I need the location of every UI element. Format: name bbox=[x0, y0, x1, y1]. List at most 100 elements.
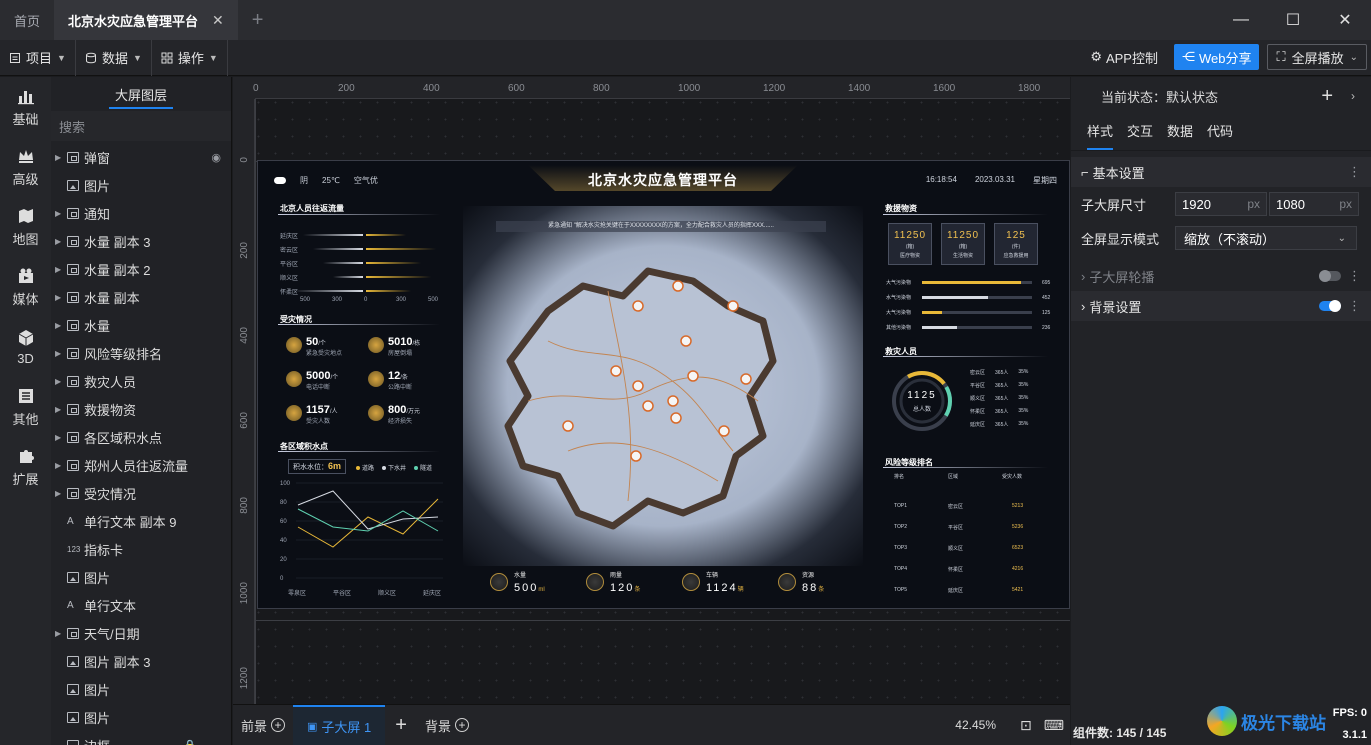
rescue-donut bbox=[892, 370, 952, 431]
background-tab[interactable]: 背景 + bbox=[417, 705, 477, 745]
layer-row[interactable]: 边框 🔒 bbox=[51, 731, 231, 745]
rail-item-media[interactable]: 媒体 bbox=[0, 257, 51, 317]
lock-icon[interactable]: 🔒 bbox=[183, 739, 197, 745]
more-icon[interactable]: ⋮ bbox=[1348, 298, 1361, 314]
layer-row[interactable]: ▶ 天气/日期 bbox=[51, 619, 231, 647]
more-icon[interactable]: ⋮ bbox=[1348, 268, 1361, 284]
add-child-screen-button[interactable]: + bbox=[385, 714, 417, 737]
layer-row[interactable]: 123 指标卡 bbox=[51, 535, 231, 563]
layer-row[interactable]: 图片 副本 3 bbox=[51, 647, 231, 675]
layer-row[interactable]: A 单行文本 副本 9 bbox=[51, 507, 231, 535]
legend-item: 隧道 bbox=[414, 463, 432, 472]
layer-row[interactable]: A 单行文本 bbox=[51, 591, 231, 619]
caret-right-icon[interactable]: ▶ bbox=[55, 489, 67, 498]
rail-item-map[interactable]: 地图 bbox=[0, 197, 51, 257]
project-menu[interactable]: 项目 ▼ bbox=[0, 39, 76, 76]
caret-right-icon[interactable]: ▶ bbox=[55, 461, 67, 470]
tab-interaction[interactable]: 交互 bbox=[1127, 121, 1153, 150]
layer-label: 边框 bbox=[84, 736, 110, 745]
caret-right-icon[interactable]: ▶ bbox=[55, 321, 67, 330]
layer-row[interactable]: ▶ 各区域积水点 bbox=[51, 423, 231, 451]
caret-right-icon[interactable]: ▶ bbox=[55, 433, 67, 442]
layer-row[interactable]: 图片 bbox=[51, 563, 231, 591]
tab-data[interactable]: 数据 bbox=[1167, 121, 1193, 150]
add-foreground-icon[interactable]: + bbox=[271, 718, 286, 732]
window-close-icon[interactable]: ✕ bbox=[1319, 0, 1371, 40]
fullscreen-play-button[interactable]: ⛶ 全屏播放 ⌄ bbox=[1267, 44, 1367, 70]
data-menu[interactable]: 数据 ▼ bbox=[76, 39, 152, 76]
layer-panel-title[interactable]: 大屏图层 bbox=[51, 77, 231, 111]
rail-item-3d[interactable]: 3D bbox=[0, 317, 51, 377]
beijing-3d-map[interactable] bbox=[488, 251, 808, 541]
caret-right-icon[interactable]: ▶ bbox=[55, 377, 67, 386]
ruler-tick-label: 1600 bbox=[933, 83, 956, 94]
child-screen-tab[interactable]: ▣ 子大屏 1 bbox=[293, 704, 386, 745]
layer-row[interactable]: 图片 bbox=[51, 171, 231, 199]
caret-right-icon[interactable]: ▶ bbox=[55, 265, 67, 274]
bottom-kpi-icon bbox=[490, 573, 508, 591]
fit-screen-icon[interactable]: ⊡ bbox=[1020, 717, 1032, 734]
zoom-level[interactable]: 42.45% bbox=[955, 718, 996, 732]
rail-item-extension[interactable]: 扩展 bbox=[0, 437, 51, 497]
layer-row[interactable]: ▶ 通知 bbox=[51, 199, 231, 227]
caret-right-icon[interactable]: ▶ bbox=[55, 405, 67, 414]
layer-row[interactable]: 图片 bbox=[51, 675, 231, 703]
keyboard-icon[interactable]: ⌨ bbox=[1044, 717, 1064, 734]
caret-right-icon[interactable]: ▶ bbox=[55, 629, 67, 638]
layer-row[interactable]: ▶ 水量 副本 bbox=[51, 283, 231, 311]
layer-row[interactable]: ▶ 水量 bbox=[51, 311, 231, 339]
caret-right-icon[interactable]: ▶ bbox=[55, 349, 67, 358]
tab-style[interactable]: 样式 bbox=[1087, 121, 1114, 150]
app-control-button[interactable]: ⚙ APP控制 bbox=[1082, 44, 1166, 70]
minimize-icon[interactable]: — bbox=[1215, 0, 1267, 40]
width-input[interactable]: 1920 px bbox=[1175, 192, 1267, 216]
caret-right-icon[interactable]: ▶ bbox=[55, 293, 67, 302]
rail-item-advanced[interactable]: 高级 bbox=[0, 137, 51, 197]
kpi-text: 5000/个 电话中断 bbox=[306, 367, 338, 391]
hidden-eye-icon[interactable]: ◉ bbox=[211, 151, 221, 164]
layer-search-input[interactable]: 搜索 bbox=[51, 111, 231, 141]
layer-row[interactable]: ▶ 郑州人员往返流量 bbox=[51, 451, 231, 479]
carousel-section[interactable]: › 子大屏轮播 ⋮ bbox=[1071, 261, 1371, 291]
kpi-label: 经济损失 bbox=[388, 419, 413, 425]
layer-row[interactable]: 图片 bbox=[51, 703, 231, 731]
state-selector[interactable]: 当前状态： 默认状态 + › bbox=[1071, 77, 1371, 115]
caret-right-icon[interactable]: ▶ bbox=[55, 209, 67, 218]
foreground-tab[interactable]: 前景 + bbox=[233, 705, 293, 745]
rail-item-other[interactable]: 其他 bbox=[0, 377, 51, 437]
layer-row[interactable]: ▶ 弹窗 ◉ bbox=[51, 143, 231, 171]
background-section[interactable]: › 背景设置 ⋮ bbox=[1071, 291, 1371, 321]
layer-row[interactable]: ▶ 救灾人员 bbox=[51, 367, 231, 395]
operation-menu[interactable]: 操作 ▼ bbox=[152, 39, 228, 76]
vertical-ruler[interactable]: 0 200 400 600 800 1000 1200 bbox=[233, 99, 255, 704]
layer-row[interactable]: ▶ 受灾情况 bbox=[51, 479, 231, 507]
rail-item-basic[interactable]: 基础 bbox=[0, 77, 51, 137]
caret-right-icon[interactable]: ▶ bbox=[55, 237, 67, 246]
horizontal-ruler[interactable]: 0 200 400 600 800 1000 1200 1400 1600 1800 bbox=[253, 77, 1070, 99]
tab-bar: 首页 北京水灾应急管理平台 ✕ + — ☐ ✕ bbox=[0, 0, 1371, 40]
layer-row[interactable]: ▶ 水量 副本 3 bbox=[51, 227, 231, 255]
background-toggle[interactable] bbox=[1319, 300, 1341, 312]
tab-code[interactable]: 代码 bbox=[1207, 121, 1233, 150]
layer-row[interactable]: ▶ 风险等级排名 bbox=[51, 339, 231, 367]
flow-row-label: 顺义区 bbox=[280, 276, 299, 282]
maximize-icon[interactable]: ☐ bbox=[1267, 0, 1319, 40]
web-share-button[interactable]: ⋲ Web分享 bbox=[1173, 44, 1260, 70]
chevron-right-icon[interactable]: › bbox=[1351, 89, 1355, 103]
layer-row[interactable]: ▶ 水量 副本 2 bbox=[51, 255, 231, 283]
more-icon[interactable]: ⋮ bbox=[1348, 164, 1361, 180]
tab-home[interactable]: 首页 bbox=[0, 0, 54, 40]
child-screen-preview[interactable]: 阴 25℃ 空气优 北京水灾应急管理平台 16:18:54 2023.03.31… bbox=[257, 160, 1070, 609]
display-mode-select[interactable]: 缩放（不滚动） ⌄ bbox=[1175, 226, 1357, 250]
layer-row[interactable]: ▶ 救援物资 bbox=[51, 395, 231, 423]
tab-active-project[interactable]: 北京水灾应急管理平台 ✕ bbox=[54, 0, 238, 40]
caret-right-icon[interactable]: ▶ bbox=[55, 153, 67, 162]
height-input[interactable]: 1080 px bbox=[1269, 192, 1359, 216]
add-state-icon[interactable]: + bbox=[1321, 85, 1333, 108]
add-tab-button[interactable]: + bbox=[238, 0, 278, 40]
add-background-icon[interactable]: + bbox=[454, 718, 469, 732]
carousel-toggle[interactable] bbox=[1319, 270, 1341, 282]
close-tab-icon[interactable]: ✕ bbox=[212, 12, 224, 29]
basic-settings-section[interactable]: ⌐ 基本设置 ⋮ bbox=[1071, 157, 1371, 187]
canvas-bottom-bar: 前景 + ▣ 子大屏 1 + 背景 + 42.45% ⊡ ⌨ bbox=[233, 704, 1070, 745]
